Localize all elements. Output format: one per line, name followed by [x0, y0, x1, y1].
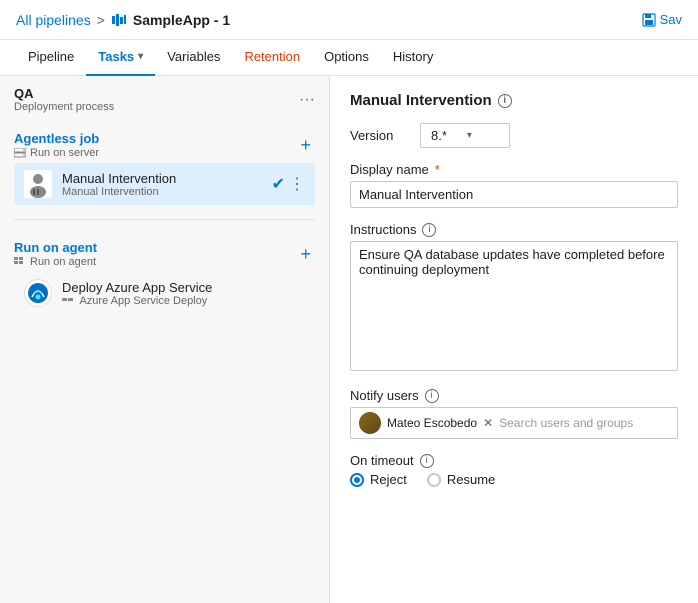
task-dots-button[interactable]: ⋮ [289, 174, 305, 194]
header: All pipelines > SampleApp - 1 Sav [0, 0, 698, 40]
title-info-icon[interactable]: i [498, 94, 512, 108]
stage-subtitle: Deployment process [14, 101, 114, 113]
user-tag: Mateo Escobedo [387, 416, 477, 430]
deploy-azure-sub: Azure App Service Deploy [62, 295, 305, 307]
manual-intervention-task[interactable]: Manual Intervention Manual Intervention … [14, 163, 315, 205]
agentless-job-header: Agentless job Run on server + [14, 123, 315, 161]
manual-intervention-name: Manual Intervention [62, 171, 262, 186]
person-intervention-icon [24, 170, 52, 198]
timeout-radio-group: Reject Resume [350, 472, 678, 487]
run-on-agent-section: Run on agent Run on agent + [0, 226, 329, 322]
save-button[interactable]: Sav [642, 12, 682, 27]
save-icon [642, 13, 656, 27]
tab-pipeline[interactable]: Pipeline [16, 40, 86, 76]
tasks-dropdown-arrow: ▾ [138, 51, 143, 62]
agentless-job-title[interactable]: Agentless job [14, 131, 99, 146]
save-label: Sav [660, 12, 682, 27]
run-on-agent-header: Run on agent Run on agent + [14, 232, 315, 270]
manual-intervention-actions: ✔ ⋮ [272, 174, 305, 194]
on-timeout-label: On timeout i [350, 453, 678, 468]
version-label: Version [350, 128, 410, 143]
stage-menu-button[interactable]: ··· [299, 92, 315, 108]
main-layout: QA Deployment process ··· Agentless job [0, 76, 698, 603]
version-row: Version 8.* ▾ [350, 123, 678, 148]
deploy-azure-task[interactable]: Deploy Azure App Service Azure App Servi… [14, 272, 315, 314]
deploy-azure-name: Deploy Azure App Service [62, 280, 305, 295]
add-agentless-task-button[interactable]: + [296, 136, 315, 154]
tab-retention[interactable]: Retention [232, 40, 312, 76]
user-avatar [359, 412, 381, 434]
breadcrumb-link[interactable]: All pipelines [16, 12, 91, 28]
reject-radio-dot [354, 477, 360, 483]
notify-users-label: Notify users i [350, 388, 678, 403]
display-name-group: Display name * [350, 162, 678, 208]
stage-info: QA Deployment process [14, 86, 114, 113]
tab-options[interactable]: Options [312, 40, 381, 76]
nav-tabs: Pipeline Tasks ▾ Variables Retention Opt… [0, 40, 698, 76]
user-remove-button[interactable]: ✕ [483, 416, 493, 430]
required-star: * [435, 162, 440, 177]
deploy-azure-icon-wrap [24, 279, 52, 307]
resume-radio[interactable] [427, 473, 441, 487]
server-icon [14, 148, 26, 158]
grid-icon [14, 257, 26, 267]
azure-app-service-icon [26, 281, 50, 305]
manual-intervention-info: Manual Intervention Manual Intervention [62, 171, 262, 198]
breadcrumb-separator: > [97, 12, 105, 28]
version-value: 8.* [431, 128, 447, 143]
on-timeout-group: On timeout i Reject Resume [350, 453, 678, 487]
tab-history[interactable]: History [381, 40, 445, 76]
resume-label: Resume [447, 472, 495, 487]
header-left: All pipelines > SampleApp - 1 [16, 12, 230, 28]
display-name-label: Display name * [350, 162, 678, 177]
reject-label: Reject [370, 472, 407, 487]
instructions-info-icon[interactable]: i [422, 223, 436, 237]
agentless-job-info: Agentless job Run on server [14, 131, 99, 159]
instructions-textarea[interactable]: Ensure QA database updates have complete… [350, 241, 678, 371]
pipeline-name: SampleApp - 1 [133, 12, 230, 28]
deploy-sub-icon [62, 296, 74, 306]
notify-info-icon[interactable]: i [425, 389, 439, 403]
right-panel: Manual Intervention i Version 8.* ▾ Disp… [330, 76, 698, 603]
instructions-group: Instructions i Ensure QA database update… [350, 222, 678, 374]
task-check-icon: ✔ [272, 174, 285, 194]
add-agent-task-button[interactable]: + [296, 245, 315, 263]
run-on-agent-info: Run on agent Run on agent [14, 240, 97, 268]
tab-tasks[interactable]: Tasks ▾ [86, 40, 155, 76]
left-panel: QA Deployment process ··· Agentless job [0, 76, 330, 603]
timeout-info-icon[interactable]: i [420, 454, 434, 468]
manual-intervention-icon-wrap [24, 170, 52, 198]
reject-radio[interactable] [350, 473, 364, 487]
agentless-job-section: Agentless job Run on server + [0, 117, 329, 213]
notify-search-placeholder[interactable]: Search users and groups [499, 416, 633, 430]
panel-title: Manual Intervention i [350, 92, 678, 109]
stage-name: QA [14, 86, 114, 101]
notify-users-group: Notify users i Mateo Escobedo ✕ Search u… [350, 388, 678, 439]
instructions-label: Instructions i [350, 222, 678, 237]
reject-option[interactable]: Reject [350, 472, 407, 487]
version-dropdown[interactable]: 8.* ▾ [420, 123, 510, 148]
agentless-job-subtitle: Run on server [14, 147, 99, 159]
section-divider [14, 219, 315, 220]
pipeline-icon [111, 12, 127, 28]
display-name-input[interactable] [350, 181, 678, 208]
manual-intervention-sub: Manual Intervention [62, 186, 262, 198]
version-dropdown-arrow: ▾ [467, 130, 472, 141]
run-on-agent-title[interactable]: Run on agent [14, 240, 97, 255]
notify-users-input[interactable]: Mateo Escobedo ✕ Search users and groups [350, 407, 678, 439]
run-on-agent-subtitle: Run on agent [14, 256, 97, 268]
resume-option[interactable]: Resume [427, 472, 495, 487]
stage-header: QA Deployment process ··· [0, 76, 329, 117]
deploy-azure-info: Deploy Azure App Service Azure App Servi… [62, 280, 305, 307]
user-avatar-image [359, 412, 381, 434]
tab-variables[interactable]: Variables [155, 40, 232, 76]
